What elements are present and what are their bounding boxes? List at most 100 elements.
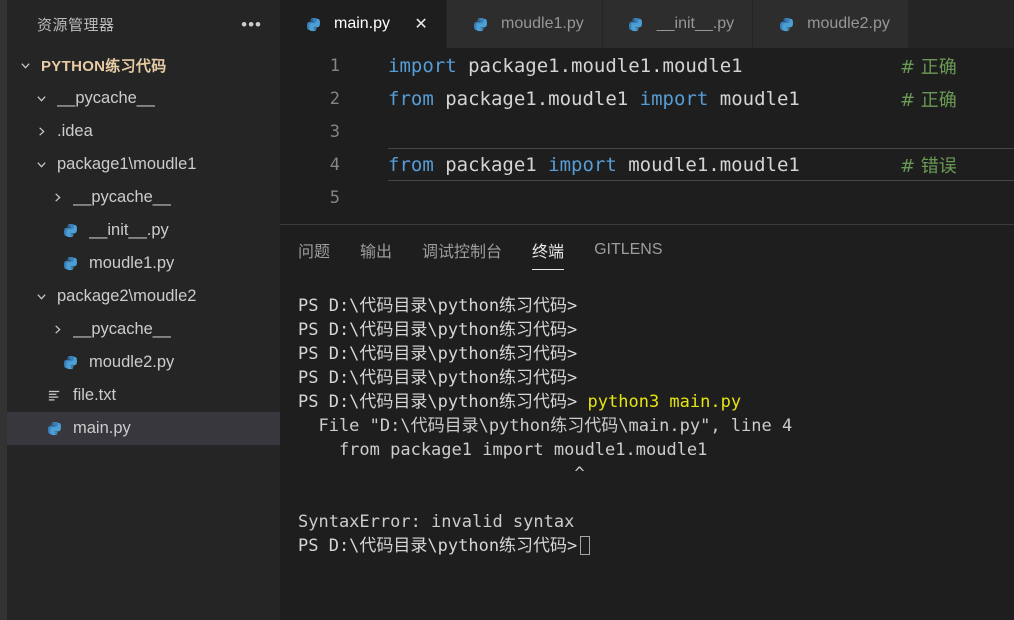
terminal-prompt: PS D:\代码目录\python练习代码>: [298, 536, 578, 556]
close-icon[interactable]: ✕: [414, 14, 428, 34]
more-actions-icon[interactable]: •••: [241, 16, 262, 33]
chevron-right-icon[interactable]: [47, 324, 67, 335]
terminal-line: PS D:\代码目录\python练习代码>: [298, 294, 1014, 318]
terminal-command: python3 main.py: [577, 392, 742, 412]
chevron-right-icon[interactable]: [47, 192, 67, 203]
tree-file-row[interactable]: moudle2.py: [7, 346, 280, 379]
code-token: import: [388, 54, 457, 77]
code-line[interactable]: 4 from package1 import moudle1.moudle1 # 错…: [280, 148, 1014, 181]
tree-file-row[interactable]: main.py: [7, 412, 280, 445]
tree-item-label: __pycache__: [57, 89, 156, 107]
panel-tab-0[interactable]: 问题: [298, 238, 330, 268]
tree-file-row[interactable]: file.txt: [7, 379, 280, 412]
chevron-down-icon[interactable]: [31, 93, 51, 104]
line-number: 5: [329, 187, 340, 208]
code-text: import package1.moudle1.moudle1: [340, 55, 743, 77]
code-line[interactable]: 1 import package1.moudle1.moudle1 # 正确: [280, 49, 1014, 82]
editor-tab-bar: main.py ✕ moudle1.py __init__.py moudle2.py: [280, 0, 1014, 49]
line-number: 2: [329, 88, 340, 109]
code-token: package1: [433, 153, 549, 176]
terminal-prompt: PS D:\代码目录\python练习代码>: [298, 368, 578, 388]
terminal-line: PS D:\代码目录\python练习代码>: [298, 366, 1014, 390]
tree-item-label: moudle1.py: [89, 254, 175, 272]
code-token: from: [388, 87, 434, 110]
explorer-header: 资源管理器 •••: [7, 0, 280, 49]
code-token: import: [639, 87, 709, 110]
code-comment: # 正确: [900, 56, 957, 78]
python-icon: [59, 256, 81, 271]
editor-tab-moudle1py[interactable]: moudle1.py: [447, 0, 603, 48]
tree-folder-row[interactable]: PYTHON练习代码: [7, 49, 280, 82]
code-token: package1.moudle1: [433, 87, 640, 110]
terminal-prompt: PS D:\代码目录\python练习代码>: [298, 344, 578, 364]
tree-item-label: package2\moudle2: [57, 287, 197, 305]
tree-item-label: main.py: [73, 419, 131, 437]
tree-item-label: file.txt: [73, 386, 117, 404]
terminal-prompt: PS D:\代码目录\python练习代码>: [298, 296, 578, 316]
tree-file-row[interactable]: moudle1.py: [7, 247, 280, 280]
editor-tab-initpy[interactable]: __init__.py: [602, 0, 754, 48]
chevron-right-icon[interactable]: [31, 126, 51, 137]
code-text: from package1.moudle1 import moudle1: [340, 88, 800, 110]
terminal-text: from package1 import moudle1.moudle1: [298, 440, 708, 460]
terminal-line: from package1 import moudle1.moudle1: [298, 438, 1014, 462]
tree-item-label: __pycache__: [73, 320, 172, 338]
python-icon: [43, 421, 65, 436]
tree-file-row[interactable]: __init__.py: [7, 214, 280, 247]
explorer-sidebar: 资源管理器 ••• PYTHON练习代码 __pycache__ .idea pack…: [7, 0, 280, 620]
editor-tab-label: main.py: [334, 15, 391, 32]
chevron-down-icon[interactable]: [31, 159, 51, 170]
panel-tab-2[interactable]: 调试控制台: [422, 238, 502, 268]
tree-item-label: __init__.py: [89, 221, 169, 239]
terminal-cursor: [580, 536, 591, 555]
code-line[interactable]: 2 from package1.moudle1 import moudle1 # 正…: [280, 82, 1014, 115]
terminal-input-line[interactable]: PS D:\代码目录\python练习代码>: [298, 534, 1014, 558]
chevron-down-icon[interactable]: [31, 291, 51, 302]
terminal-line: PS D:\代码目录\python练习代码>: [298, 342, 1014, 366]
tree-item-label: PYTHON练习代码: [41, 58, 167, 75]
line-number: 3: [329, 121, 340, 142]
tree-item-label: __pycache__: [73, 188, 172, 206]
code-editor[interactable]: 1 import package1.moudle1.moudle1 # 正确 2 fro…: [280, 49, 1014, 224]
tree-folder-row[interactable]: __pycache__: [7, 82, 280, 115]
panel-tab-3[interactable]: 终端: [532, 238, 565, 270]
code-comment: # 正确: [900, 89, 957, 111]
activity-bar[interactable]: [0, 0, 7, 620]
editor-tab-moudle2py[interactable]: moudle2.py: [753, 0, 909, 48]
python-icon: [59, 223, 81, 238]
tree-folder-row[interactable]: .idea: [7, 115, 280, 148]
code-line[interactable]: 3: [280, 115, 1014, 148]
terminal-text: SyntaxError: invalid syntax: [298, 512, 575, 532]
panel-tab-4[interactable]: GITLENS: [594, 241, 662, 265]
text-file-icon: [43, 388, 65, 403]
editor-tab-label: moudle2.py: [807, 15, 890, 32]
code-token: moudle1.moudle1: [616, 153, 800, 176]
code-token: package1.moudle1.moudle1: [456, 54, 743, 77]
terminal-text: ^: [298, 464, 585, 484]
code-token: moudle1: [708, 87, 800, 110]
chevron-down-icon[interactable]: [15, 60, 35, 71]
editor-tab-label: __init__.py: [656, 15, 735, 32]
terminal-line: PS D:\代码目录\python练习代码>: [298, 318, 1014, 342]
tree-item-label: package1\moudle1: [57, 155, 197, 173]
tree-item-label: moudle2.py: [89, 353, 175, 371]
code-line[interactable]: 5: [280, 181, 1014, 214]
python-icon: [59, 355, 81, 370]
tree-folder-row[interactable]: __pycache__: [7, 181, 280, 214]
editor-tab-mainpy[interactable]: main.py ✕: [280, 0, 448, 48]
terminal-prompt: PS D:\代码目录\python练习代码>: [298, 392, 578, 412]
python-icon: [775, 17, 797, 32]
terminal-output[interactable]: PS D:\代码目录\python练习代码> PS D:\代码目录\python练…: [280, 280, 1014, 620]
python-icon: [469, 17, 491, 32]
tree-folder-row[interactable]: package1\moudle1: [7, 148, 280, 181]
bottom-panel: 问题 输出 调试控制台 终端 GITLENS PS D:\代码目录\python练习代码…: [280, 224, 1014, 620]
tree-folder-row[interactable]: package2\moudle2: [7, 280, 280, 313]
file-tree: PYTHON练习代码 __pycache__ .idea package1\moudl…: [7, 49, 280, 445]
terminal-line: File "D:\代码目录\python练习代码\main.py", line …: [298, 414, 1014, 438]
python-icon: [625, 17, 647, 32]
terminal-line: ^: [298, 462, 1014, 486]
terminal-line: PS D:\代码目录\python练习代码> python3 main.py: [298, 390, 1014, 414]
tree-folder-row[interactable]: __pycache__: [7, 313, 280, 346]
python-icon: [302, 17, 324, 32]
panel-tab-1[interactable]: 输出: [360, 238, 392, 268]
